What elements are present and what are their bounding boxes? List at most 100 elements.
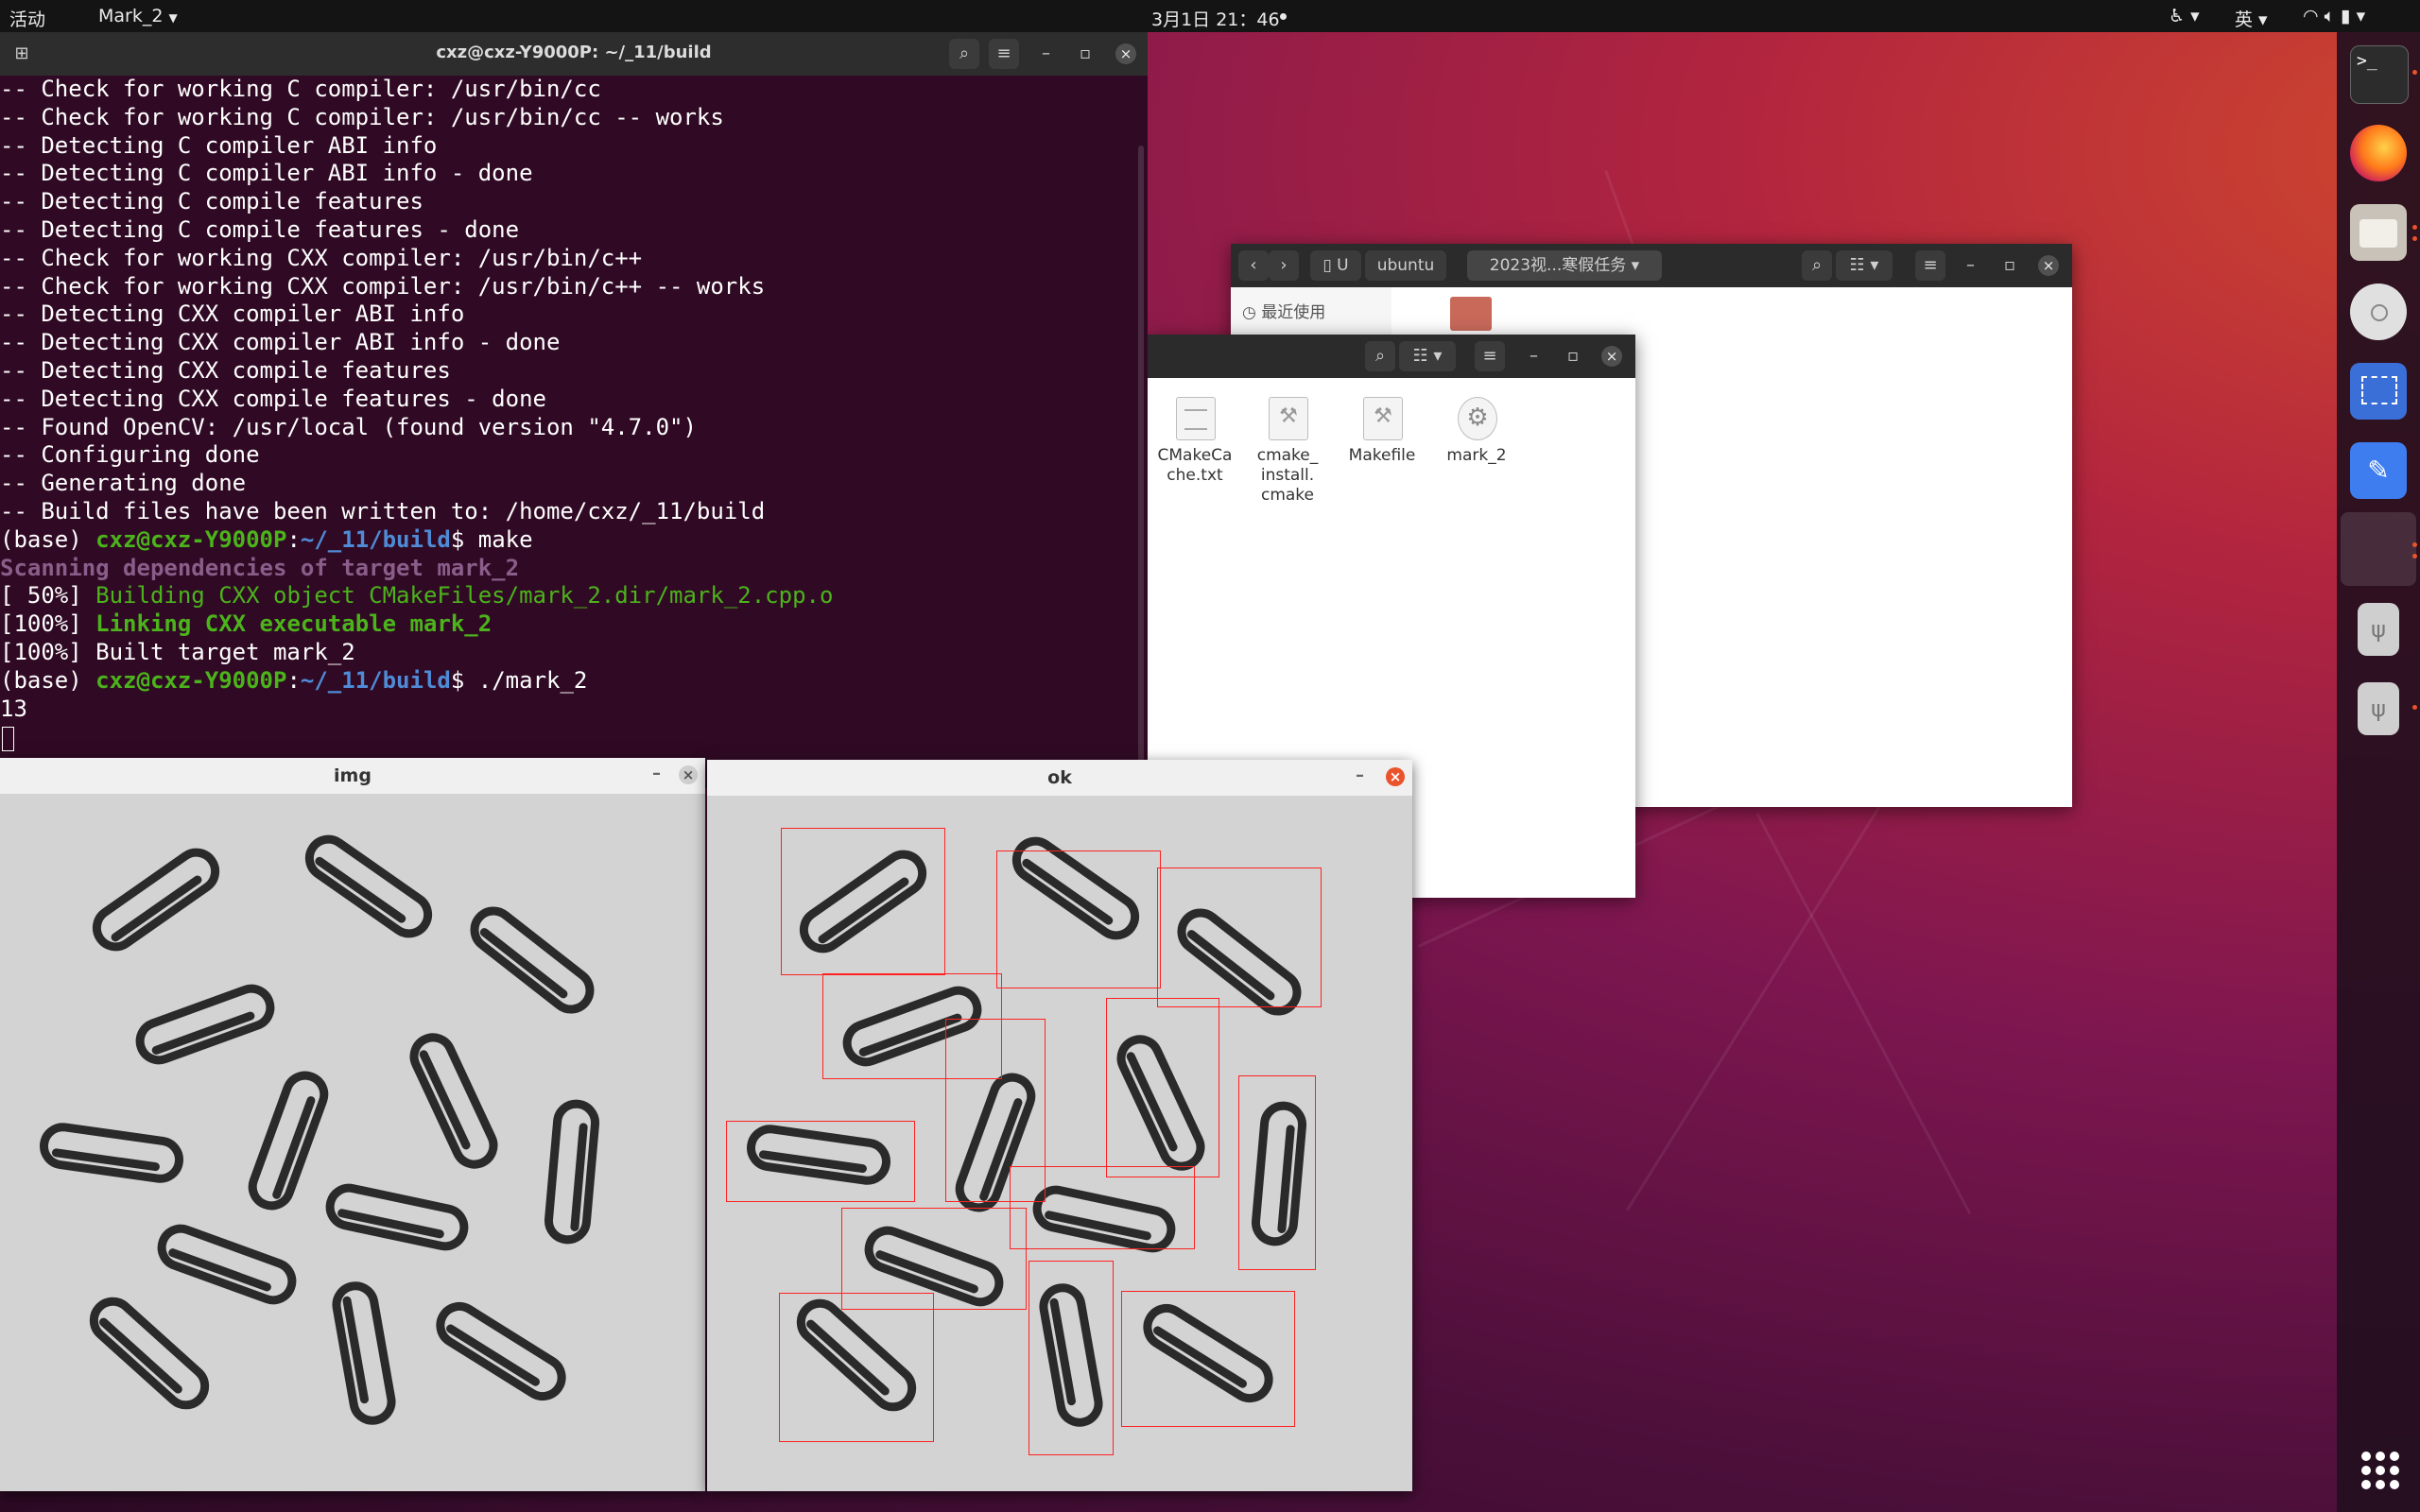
prompt-path: ~/_11/build bbox=[300, 666, 451, 694]
prompt-line: (base) cxz@cxz-Y9000P:~/_11/build$ ./mar… bbox=[0, 667, 587, 696]
forward-button[interactable]: › bbox=[1269, 250, 1299, 281]
detection-box bbox=[726, 1121, 915, 1202]
input-method-label: 英 bbox=[2235, 9, 2254, 30]
detection-box bbox=[1157, 868, 1322, 1007]
usb-drive-icon: ▯ bbox=[1322, 256, 1332, 275]
ok-window-titlebar: ok – × bbox=[707, 760, 1412, 796]
activities-button[interactable]: 活动 bbox=[9, 6, 45, 31]
file-item[interactable]: ⚙ mark_2 bbox=[1431, 397, 1522, 510]
output-line: [100%] Built target mark_2 bbox=[0, 639, 355, 665]
minimize-button[interactable]: – bbox=[1042, 43, 1050, 63]
window-title: ok bbox=[1047, 767, 1072, 788]
paperclips-image-canvas bbox=[40, 834, 600, 1425]
files-icon[interactable] bbox=[2350, 204, 2407, 261]
img-window: img – × bbox=[0, 758, 705, 1491]
terminal-output[interactable]: -- Check for working C compiler: /usr/bi… bbox=[0, 76, 1148, 788]
output-line: -- Detecting C compiler ABI info bbox=[0, 131, 438, 159]
usb-drive-icon[interactable]: ψ bbox=[2358, 603, 2399, 656]
output-line: [100%] Linking CXX executable mark_2 bbox=[0, 610, 492, 639]
prompt-path: ~/_11/build bbox=[300, 525, 451, 553]
output-line: -- Configuring done bbox=[0, 441, 260, 469]
accessibility-icon[interactable]: ♿ ▾ bbox=[2169, 6, 2200, 26]
menu-icon[interactable]: ≡ bbox=[1915, 250, 1945, 281]
system-status-menu[interactable]: ◠ 🔈︎ ▮ ▾ bbox=[2303, 6, 2365, 26]
detection-box bbox=[1106, 998, 1219, 1177]
current-folder-label: 2023视...寒假任务 bbox=[1489, 256, 1627, 275]
show-apps-icon[interactable] bbox=[2361, 1452, 2399, 1489]
ok-window: ok – × bbox=[707, 760, 1412, 1491]
prompt-dollar: $ bbox=[450, 666, 478, 694]
notification-dot-icon bbox=[1280, 13, 1287, 20]
script-file-icon: ⚒ bbox=[1363, 397, 1403, 440]
clock-icon: ◷ bbox=[1242, 303, 1256, 322]
close-button[interactable]: × bbox=[1115, 43, 1136, 64]
input-method-menu[interactable]: 英 ▾ bbox=[2235, 6, 2268, 31]
disk-icon[interactable] bbox=[2350, 284, 2407, 340]
detection-box bbox=[996, 850, 1161, 988]
output-line: -- Detecting C compile features bbox=[0, 188, 424, 215]
search-icon[interactable]: ⌕ bbox=[1802, 250, 1832, 281]
app-menu-button[interactable]: Mark_2 ▼ bbox=[98, 6, 178, 26]
output-line: -- Detecting C compiler ABI info - done bbox=[0, 160, 533, 187]
search-icon[interactable]: ⌕ bbox=[949, 39, 979, 69]
path-button-ubuntu[interactable]: ubuntu bbox=[1365, 250, 1446, 281]
minimize-button[interactable]: – bbox=[1530, 346, 1538, 366]
firefox-icon[interactable] bbox=[2350, 125, 2407, 181]
opencv-window-dock-icon[interactable] bbox=[2341, 512, 2416, 586]
back-button[interactable]: ‹ bbox=[1238, 250, 1269, 281]
maximize-button[interactable]: ▫ bbox=[1080, 43, 1091, 63]
command: make bbox=[477, 525, 533, 553]
clock[interactable]: 3月1日 21：46 bbox=[1151, 6, 1280, 31]
text-file-icon bbox=[1176, 397, 1216, 440]
minimize-button[interactable]: – bbox=[1356, 765, 1364, 785]
maximize-button[interactable]: ▫ bbox=[1567, 346, 1579, 366]
prompt-prefix: (base) bbox=[0, 525, 96, 553]
output-line: -- Detecting CXX compile features bbox=[0, 357, 451, 384]
dock: >_ ✎ ψ ψ bbox=[2337, 32, 2420, 1512]
path-button-u[interactable]: ▯ U bbox=[1310, 250, 1361, 281]
sidebar-item-recent[interactable]: ◷ 最近使用 bbox=[1242, 299, 1325, 322]
close-button[interactable]: × bbox=[2038, 255, 2059, 276]
maximize-button[interactable]: ▫ bbox=[2004, 255, 2015, 275]
prompt-dollar: $ bbox=[450, 525, 478, 553]
file-name: mark_2 bbox=[1446, 446, 1507, 465]
output-line: Scanning dependencies of target mark_2 bbox=[0, 554, 520, 581]
file-item[interactable]: ⚒ Makefile bbox=[1337, 397, 1427, 510]
minimize-button[interactable]: – bbox=[652, 764, 661, 783]
output-line: -- Generating done bbox=[0, 470, 247, 497]
terminal-dock-icon[interactable]: >_ bbox=[2350, 45, 2409, 104]
prompt-colon: : bbox=[286, 666, 301, 694]
program-output: 13 bbox=[0, 695, 27, 722]
command: ./mark_2 bbox=[477, 666, 588, 694]
menu-icon[interactable]: ≡ bbox=[989, 39, 1019, 69]
close-button[interactable]: × bbox=[1601, 346, 1622, 367]
output-line: -- Build files have been written to: /ho… bbox=[0, 498, 766, 524]
file-item[interactable]: CMakeCa che.txt bbox=[1150, 397, 1240, 510]
folder-icon[interactable] bbox=[1450, 297, 1492, 331]
terminal-headerbar: ⊞ cxz@cxz-Y9000P: ~/_11/build ⌕ ≡ – ▫ × bbox=[0, 32, 1148, 76]
output-line: -- Check for working C compiler: /usr/bi… bbox=[0, 76, 601, 102]
file-item[interactable]: ⚒ cmake_ install. cmake bbox=[1242, 397, 1333, 510]
detection-box bbox=[1010, 1166, 1195, 1249]
close-button[interactable]: × bbox=[679, 765, 698, 784]
detection-box bbox=[1028, 1261, 1114, 1455]
link-text: Linking CXX executable mark_2 bbox=[95, 610, 493, 638]
search-icon[interactable]: ⌕ bbox=[1365, 341, 1395, 371]
top-bar: 活动 Mark_2 ▼ 3月1日 21：46 ♿ ▾ 英 ▾ ◠ 🔈︎ ▮ ▾ bbox=[0, 0, 2420, 32]
menu-icon[interactable]: ≡ bbox=[1475, 341, 1505, 371]
usb-drive-icon[interactable]: ψ bbox=[2358, 682, 2399, 735]
minimize-button[interactable]: – bbox=[1966, 255, 1975, 275]
text-editor-icon[interactable]: ✎ bbox=[2350, 442, 2407, 499]
close-button[interactable]: × bbox=[1386, 767, 1405, 786]
output-line: -- Detecting C compile features - done bbox=[0, 216, 520, 243]
detection-result-image bbox=[707, 796, 1412, 1491]
output-line: -- Found OpenCV: /usr/local (found versi… bbox=[0, 413, 697, 440]
path-button-current-folder[interactable]: 2023视...寒假任务 ▾ bbox=[1467, 250, 1662, 281]
view-options-button[interactable]: ☷ ▾ bbox=[1836, 250, 1893, 281]
scrollbar[interactable] bbox=[1138, 146, 1144, 788]
view-options-button[interactable]: ☷ ▾ bbox=[1399, 341, 1456, 371]
prompt-user: cxz@cxz-Y9000P bbox=[95, 525, 287, 553]
wifi-icon: ◠ bbox=[2303, 6, 2319, 26]
screenshot-icon[interactable] bbox=[2350, 363, 2407, 420]
file-name: cmake_ install. cmake bbox=[1256, 446, 1319, 505]
